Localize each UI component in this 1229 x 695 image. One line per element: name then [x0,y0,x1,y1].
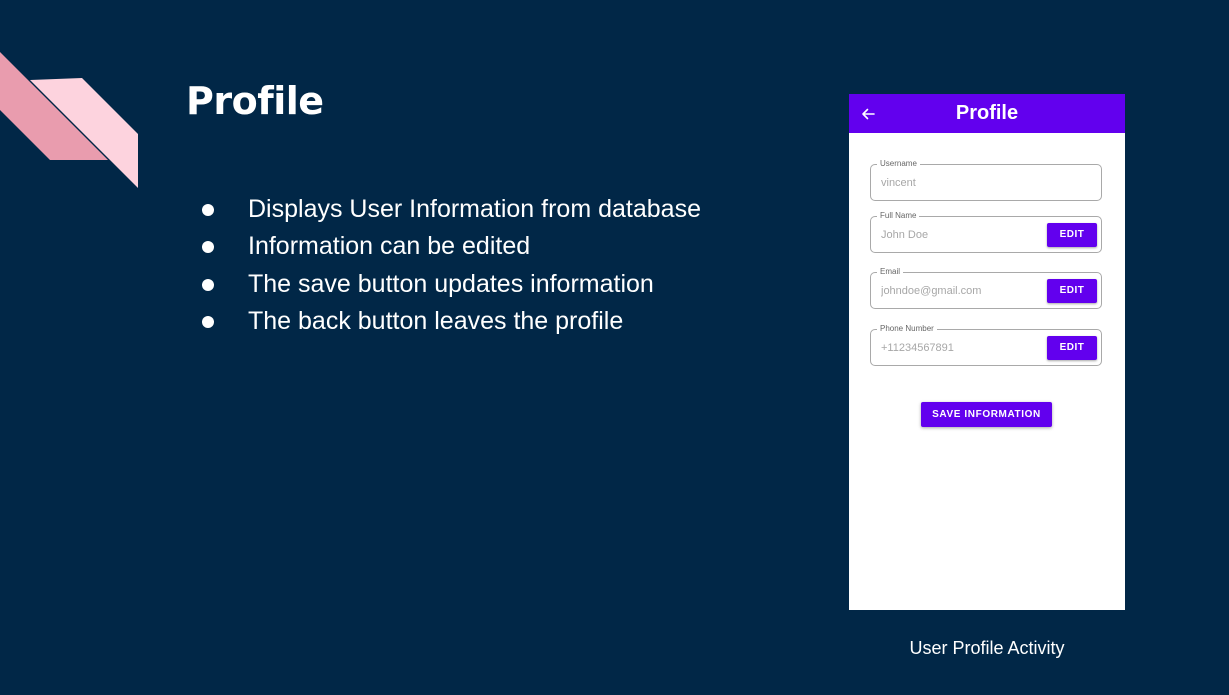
decorative-stripes [0,52,138,188]
save-information-button[interactable]: SAVE INFORMATION [921,402,1052,427]
app-bar: Profile [849,94,1125,133]
full-name-input[interactable] [881,229,1041,242]
figure-caption: User Profile Activity [909,638,1065,658]
edit-email-button[interactable]: EDIT [1047,279,1097,303]
bullet-text: Displays User Information from database [248,195,701,223]
phone-number-input[interactable] [881,342,1041,355]
email-input[interactable] [881,285,1041,298]
app-bar-title: Profile [955,102,1019,124]
slide: Profile Displays User Information from d… [0,0,1229,695]
bullet-icon [202,315,214,328]
slide-title: Profile [186,79,324,123]
edit-full-name-button[interactable]: EDIT [1047,223,1097,247]
bullet-item: The back button leaves the profile [200,303,701,340]
bullet-icon [202,278,214,291]
bullet-item: Displays User Information from database [200,191,701,228]
phone-screenshot: Profile Username Full Name EDIT Email ED… [849,94,1125,610]
phone-number-field: Phone Number EDIT [870,324,1102,366]
email-label: Email [877,267,904,277]
username-field: Username [870,159,1102,201]
bullet-text: Information can be edited [248,232,531,261]
bullet-text: The back button leaves the profile [248,306,624,335]
full-name-label: Full Name [877,211,920,221]
username-input[interactable] [881,177,1041,190]
bullet-list: Displays User Information from database … [200,191,701,340]
bullet-item: Information can be edited [200,228,701,265]
full-name-field: Full Name EDIT [870,211,1102,253]
edit-phone-number-button[interactable]: EDIT [1047,336,1097,360]
email-field: Email EDIT [870,267,1102,309]
bullet-item: The save button updates information [200,266,701,303]
username-label: Username [877,159,920,169]
bullet-text: The save button updates information [248,269,654,298]
bullet-icon [202,241,214,254]
phone-number-label: Phone Number [877,324,937,334]
bullet-icon [202,204,214,216]
